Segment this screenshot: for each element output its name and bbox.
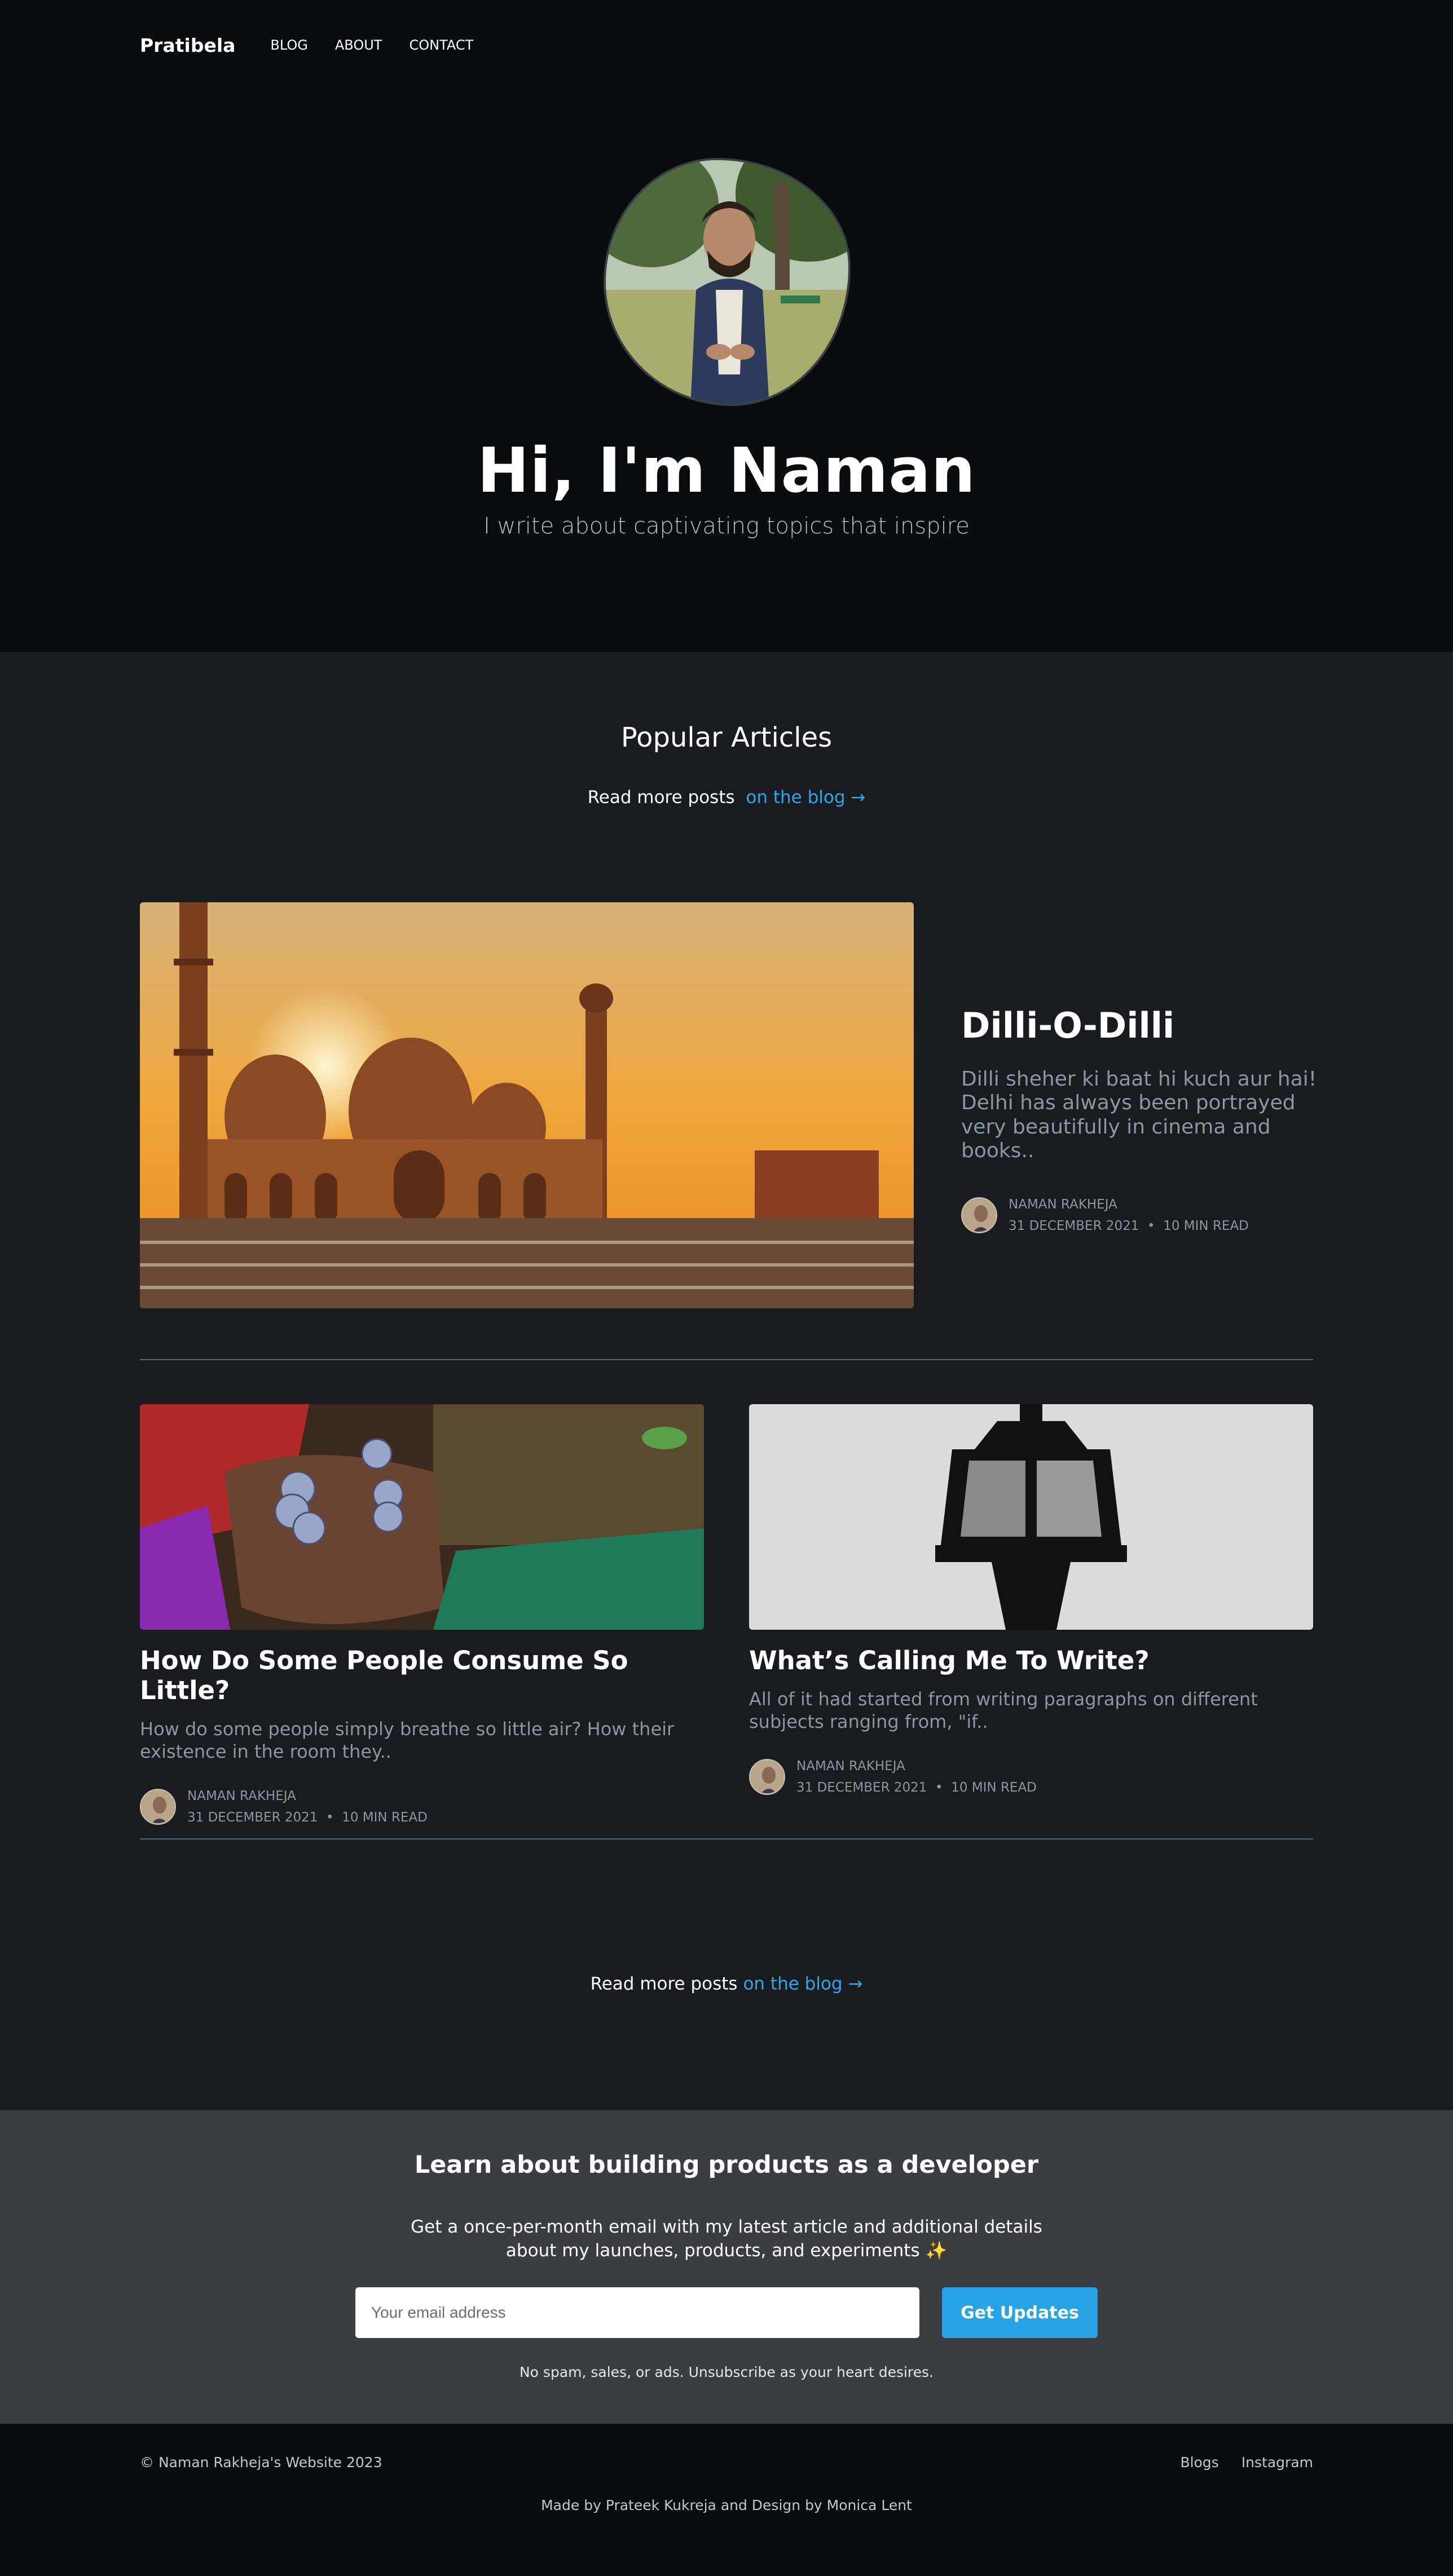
post-date: 31 DECEMBER 2021 — [187, 1810, 318, 1825]
article-meta: NAMAN RAKHEJA 31 DECEMBER 2021 • 10 MIN … — [140, 1785, 704, 1828]
section-divider — [140, 1838, 1313, 1840]
hero-section: Pratibela BLOG ABOUT CONTACT Hi, I'm Nam… — [0, 0, 1453, 652]
featured-article-image[interactable] — [140, 902, 914, 1308]
newsletter-note: No spam, sales, or ads. Unsubscribe as y… — [519, 2364, 934, 2380]
author-avatar — [140, 1789, 176, 1825]
author-portrait — [604, 158, 851, 406]
article-card[interactable]: How Do Some People Consume So Little? Ho… — [140, 1404, 704, 1828]
article-title[interactable]: What’s Calling Me To Write? — [749, 1646, 1313, 1675]
featured-article-excerpt: Dilli sheher ki baat hi kuch aur hai! De… — [961, 1068, 1317, 1163]
featured-article-text: Dilli-O-Dilli Dilli sheher ki baat hi ku… — [961, 1005, 1322, 1237]
article-image[interactable] — [140, 1404, 704, 1630]
featured-article-meta: NAMAN RAKHEJA 31 DECEMBER 2021 • 10 MIN … — [961, 1194, 1322, 1237]
article-title[interactable]: How Do Some People Consume So Little? — [140, 1646, 704, 1705]
read-time: 10 MIN READ — [1163, 1218, 1249, 1233]
top-nav: Pratibela BLOG ABOUT CONTACT — [140, 33, 500, 58]
author-name: NAMAN RAKHEJA — [796, 1759, 905, 1774]
nav-link-contact[interactable]: CONTACT — [409, 37, 473, 53]
newsletter-description: Get a once-per-month email with my lates… — [411, 2217, 1042, 2261]
read-time: 10 MIN READ — [342, 1810, 428, 1825]
nav-link-about[interactable]: ABOUT — [335, 37, 382, 53]
footer: © Naman Rakheja's Website 2023 Blogs Ins… — [0, 2424, 1453, 2576]
hero-title: Hi, I'm Naman — [477, 434, 976, 506]
email-input[interactable] — [355, 2287, 919, 2338]
brand-logo[interactable]: Pratibela — [140, 34, 235, 56]
newsletter-section: Learn about building products as a devel… — [0, 2110, 1453, 2424]
author-avatar — [961, 1197, 997, 1233]
popular-articles-heading: Popular Articles — [620, 722, 833, 753]
hero-subtitle: I write about captivating topics that in… — [483, 513, 970, 539]
article-meta: NAMAN RAKHEJA 31 DECEMBER 2021 • 10 MIN … — [749, 1755, 1313, 1798]
read-time: 10 MIN READ — [951, 1780, 1037, 1795]
nav-link-blog[interactable]: BLOG — [270, 37, 307, 53]
author-avatar — [749, 1759, 785, 1795]
article-image[interactable] — [749, 1404, 1313, 1630]
footer-credit: Made by Prateek Kukreja and Design by Mo… — [541, 2497, 912, 2513]
section-divider — [140, 1359, 1313, 1360]
article-excerpt: All of it had started from writing parag… — [749, 1688, 1258, 1732]
newsletter-title: Learn about building products as a devel… — [414, 2151, 1039, 2179]
copyright: © Naman Rakheja's Website 2023 — [140, 2454, 382, 2471]
readmore-text: Read more posts — [587, 787, 735, 808]
articles-section: Popular Articles Read more posts on the … — [0, 652, 1453, 2110]
blog-link[interactable]: on the blog → — [746, 787, 865, 808]
footer-link-blogs[interactable]: Blogs — [1181, 2454, 1219, 2471]
footer-link-instagram[interactable]: Instagram — [1241, 2454, 1313, 2471]
readmore-top: Read more posts on the blog → — [0, 787, 1453, 808]
get-updates-button[interactable]: Get Updates — [942, 2287, 1098, 2338]
readmore-text: Read more posts — [590, 1974, 738, 1994]
blog-link[interactable]: on the blog → — [743, 1974, 862, 1994]
post-date: 31 DECEMBER 2021 — [1009, 1218, 1139, 1233]
author-name: NAMAN RAKHEJA — [187, 1789, 296, 1803]
footer-links: Blogs Instagram — [1158, 2454, 1313, 2471]
author-name: NAMAN RAKHEJA — [1009, 1197, 1117, 1212]
article-excerpt: How do some people simply breathe so lit… — [140, 1718, 675, 1762]
featured-article-title[interactable]: Dilli-O-Dilli — [961, 1005, 1322, 1046]
article-card[interactable]: What’s Calling Me To Write? All of it ha… — [749, 1404, 1313, 1798]
readmore-bottom: Read more posts on the blog → — [0, 1974, 1453, 1994]
post-date: 31 DECEMBER 2021 — [796, 1780, 927, 1795]
